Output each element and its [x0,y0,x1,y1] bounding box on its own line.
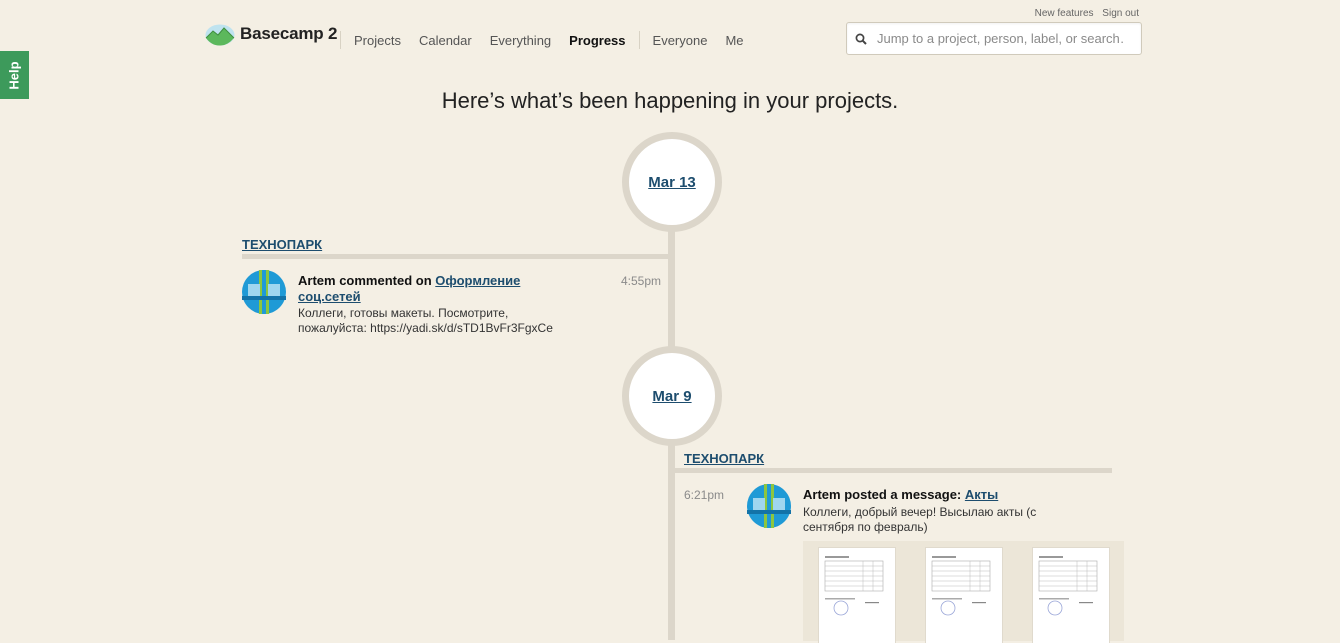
search-icon [855,33,867,45]
event-link[interactable]: Акты [965,487,998,502]
project-link[interactable]: ТЕХНОПАРК [242,237,322,252]
project-divider [242,254,670,259]
event-title: Artem posted a message: Акты [803,487,1123,503]
document-thumbnail[interactable] [926,548,1002,643]
nav-everyone[interactable]: Everyone [644,33,717,48]
event-excerpt: Коллеги, готовы макеты. Посмотрите, пожа… [298,306,598,336]
excerpt-line: сентября по февраль) [803,520,928,534]
avatar[interactable] [747,484,791,528]
project-divider [672,468,1112,473]
event-action: commented on [339,273,432,288]
nav-calendar[interactable]: Calendar [410,33,481,48]
date-link[interactable]: Mar 9 [652,388,691,405]
nav-everything[interactable]: Everything [481,33,560,48]
search-box [846,22,1142,55]
logo-text: Basecamp 2 [240,24,338,43]
sign-out-link[interactable]: Sign out [1102,8,1139,19]
main-nav: Projects Calendar Everything Progress Ev… [340,31,753,49]
document-thumbnail[interactable] [819,548,895,643]
search-input[interactable] [875,30,1125,47]
new-features-link[interactable]: New features [1035,8,1094,19]
nav-progress[interactable]: Progress [560,33,634,48]
event-link[interactable]: Оформление [435,273,520,288]
basecamp-logo[interactable]: Basecamp 2 [205,22,337,46]
date-circle: Mar 9 [622,346,722,446]
event-time: 4:55pm [621,274,662,288]
document-preview-icon [824,556,884,616]
excerpt-line: пожалуйста: https://yadi.sk/d/sTD1BvFr3F… [298,321,553,335]
project-header: ТЕХНОПАРК [684,450,764,468]
top-links: New features Sign out [1029,8,1139,19]
document-thumbnail[interactable] [1033,548,1109,643]
nav-projects[interactable]: Projects [345,33,410,48]
event-excerpt: Коллеги, добрый вечер! Высылаю акты (с с… [803,505,1103,535]
nav-divider [340,31,341,49]
document-preview-icon [1038,556,1098,616]
avatar[interactable] [242,270,286,314]
date-circle: Mar 13 [622,132,722,232]
page-headline: Here’s what’s been happening in your pro… [441,88,899,113]
mountain-logo-icon [205,24,235,46]
event-author: Artem [298,273,336,288]
excerpt-line: Коллеги, добрый вечер! Высылаю акты (с [803,505,1037,519]
excerpt-line: Коллеги, готовы макеты. Посмотрите, [298,306,509,320]
document-preview-icon [931,556,991,616]
event-author: Artem [803,487,841,502]
event-action: posted a message: [844,487,962,502]
event-title: Artem commented on Оформление соц.сетей [298,273,598,305]
help-label: Help [6,60,22,90]
date-link[interactable]: Mar 13 [648,174,696,191]
project-header: ТЕХНОПАРК [242,236,322,254]
event-link[interactable]: соц.сетей [298,289,361,304]
event-time: 6:21pm [684,488,725,502]
project-link[interactable]: ТЕХНОПАРК [684,451,764,466]
attachments [803,541,1124,643]
nav-me[interactable]: Me [716,33,752,48]
nav-divider [638,31,640,49]
